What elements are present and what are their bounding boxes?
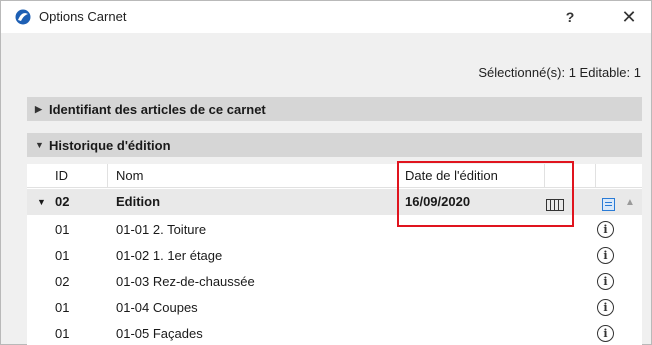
title-bar: Options Carnet ? ✕ <box>1 1 651 33</box>
scroll-up-icon[interactable]: ▲ <box>625 197 635 208</box>
table-row[interactable]: 01 01-02 1. 1er étage i <box>27 242 642 268</box>
date-column-highlight <box>397 161 574 227</box>
expand-triangle-icon: ▶ <box>35 103 42 114</box>
table-row[interactable]: 02 01-03 Rez-de-chaussée i <box>27 268 642 294</box>
column-header-name[interactable]: Nom <box>116 165 143 187</box>
window-title: Options Carnet <box>39 9 127 24</box>
column-divider[interactable] <box>107 164 108 188</box>
group-name: Edition <box>116 194 161 209</box>
row-name: 01-01 2. Toiture <box>116 222 207 237</box>
row-id: 01 <box>55 222 70 237</box>
column-header-id[interactable]: ID <box>55 165 68 187</box>
section-identifier-label: Identifiant des articles de ce carnet <box>49 101 266 117</box>
info-icon[interactable]: i <box>597 325 614 342</box>
options-carnet-dialog: Options Carnet ? ✕ Sélectionné(s): 1 Edi… <box>0 0 652 345</box>
row-id: 01 <box>55 300 70 315</box>
help-button[interactable]: ? <box>557 5 583 29</box>
close-button[interactable]: ✕ <box>615 5 643 29</box>
row-name: 01-04 Coupes <box>116 300 198 315</box>
info-icon[interactable]: i <box>597 247 614 264</box>
info-icon[interactable]: i <box>597 273 614 290</box>
collapse-triangle-icon[interactable]: ▼ <box>37 191 46 213</box>
info-icon[interactable]: i <box>597 299 614 316</box>
section-history-label: Historique d'édition <box>49 137 171 153</box>
selection-status: Sélectionné(s): 1 Editable: 1 <box>478 65 641 80</box>
row-id: 01 <box>55 248 70 263</box>
column-divider[interactable] <box>595 164 596 188</box>
archicad-icon <box>15 9 31 25</box>
table-row[interactable]: 01 01-05 Façades i <box>27 320 642 345</box>
row-name: 01-02 1. 1er étage <box>116 248 223 263</box>
section-identifier-header[interactable]: ▶ Identifiant des articles de ce carnet <box>27 97 642 121</box>
row-id: 01 <box>55 326 70 341</box>
row-name: 01-03 Rez-de-chaussée <box>116 274 255 289</box>
section-history-header[interactable]: ▼ Historique d'édition <box>27 133 642 157</box>
group-id: 02 <box>55 194 70 209</box>
info-icon[interactable]: i <box>597 221 614 238</box>
row-id: 02 <box>55 274 70 289</box>
row-name: 01-05 Façades <box>116 326 203 341</box>
collapse-triangle-icon: ▼ <box>35 140 44 150</box>
list-icon[interactable] <box>602 198 615 211</box>
table-row[interactable]: 01 01-04 Coupes i <box>27 294 642 320</box>
